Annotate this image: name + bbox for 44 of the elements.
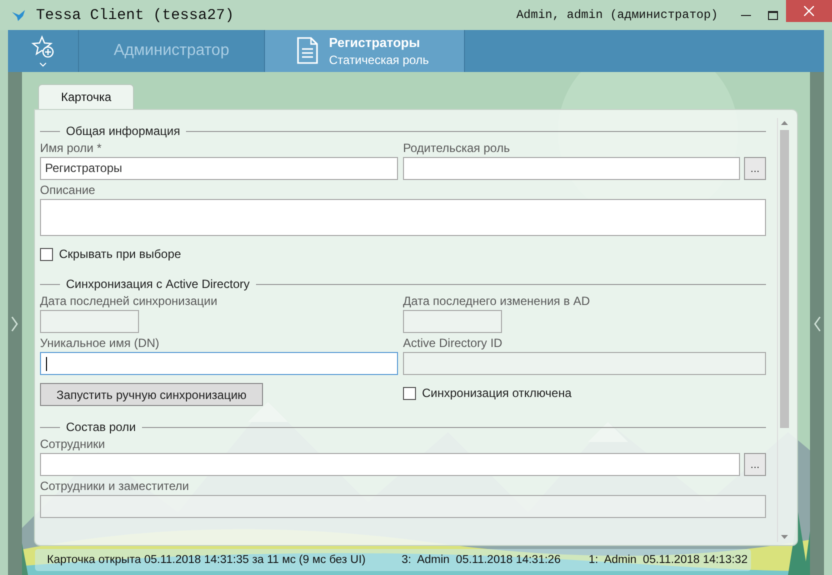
caret-icon [39, 62, 47, 67]
maximize-icon[interactable] [768, 10, 778, 20]
field-label: Сотрудники и заместители [40, 478, 190, 495]
chevron-right-icon[interactable] [11, 316, 19, 332]
close-button[interactable] [786, 0, 832, 22]
tab-title: Регистраторы [329, 35, 421, 50]
browse-button[interactable]: ... [744, 157, 766, 180]
chevron-left-icon[interactable] [813, 316, 821, 332]
section-title: Синхронизация с Active Directory [66, 277, 250, 291]
status-text: Карточка открыта 05.11.2018 14:31:35 за 11 мс (9 мс без UI) [46, 554, 366, 566]
user-name: Admin, admin (администратор) [516, 8, 718, 22]
bird-icon [10, 8, 26, 22]
description-field[interactable] [40, 199, 766, 236]
status-text: 1: Admin 05.11.2018 14:13:32 [588, 554, 748, 566]
checkbox-label: Синхронизация отключена [422, 386, 572, 400]
field-label: Описание [40, 182, 96, 199]
input-field[interactable]: Регистраторы [40, 157, 398, 180]
checkbox[interactable] [40, 248, 53, 260]
input-field[interactable] [40, 352, 398, 375]
window-title: Tessa Client (tessa27) [36, 6, 234, 24]
scrollbar[interactable] [777, 118, 790, 542]
field-label: Active Directory ID [403, 335, 502, 352]
section-title: Состав роли [66, 420, 136, 434]
browse-button[interactable]: ... [744, 453, 766, 476]
status-text: 3: Admin 05.11.2018 14:31:26 [402, 554, 561, 566]
checkbox[interactable] [403, 386, 416, 400]
checkbox-label: Скрывать при выборе [59, 247, 182, 261]
field-label: Дата последней синхронизации [40, 293, 218, 310]
section-title: Общая информация [66, 124, 180, 138]
tab-subtitle: Статическая роль [329, 53, 429, 67]
document-icon [297, 37, 319, 65]
field-label: Уникальное имя (DN) [40, 335, 160, 352]
sync-button[interactable]: Запустить ручную синхронизацию [40, 383, 263, 406]
card-tab[interactable]: Карточка [38, 84, 134, 109]
input-field[interactable] [40, 453, 740, 476]
field-label: Дата последнего изменения в AD [403, 293, 590, 310]
scroll-down-icon[interactable] [780, 534, 788, 540]
input-field[interactable] [403, 157, 740, 180]
star-plus-icon [31, 35, 55, 59]
close-icon [804, 6, 814, 16]
field-label: Имя роли * [40, 140, 102, 157]
field-label: Сотрудники [40, 436, 105, 453]
field-label: Родительская роль [403, 140, 510, 157]
scroll-up-icon[interactable] [780, 120, 788, 126]
